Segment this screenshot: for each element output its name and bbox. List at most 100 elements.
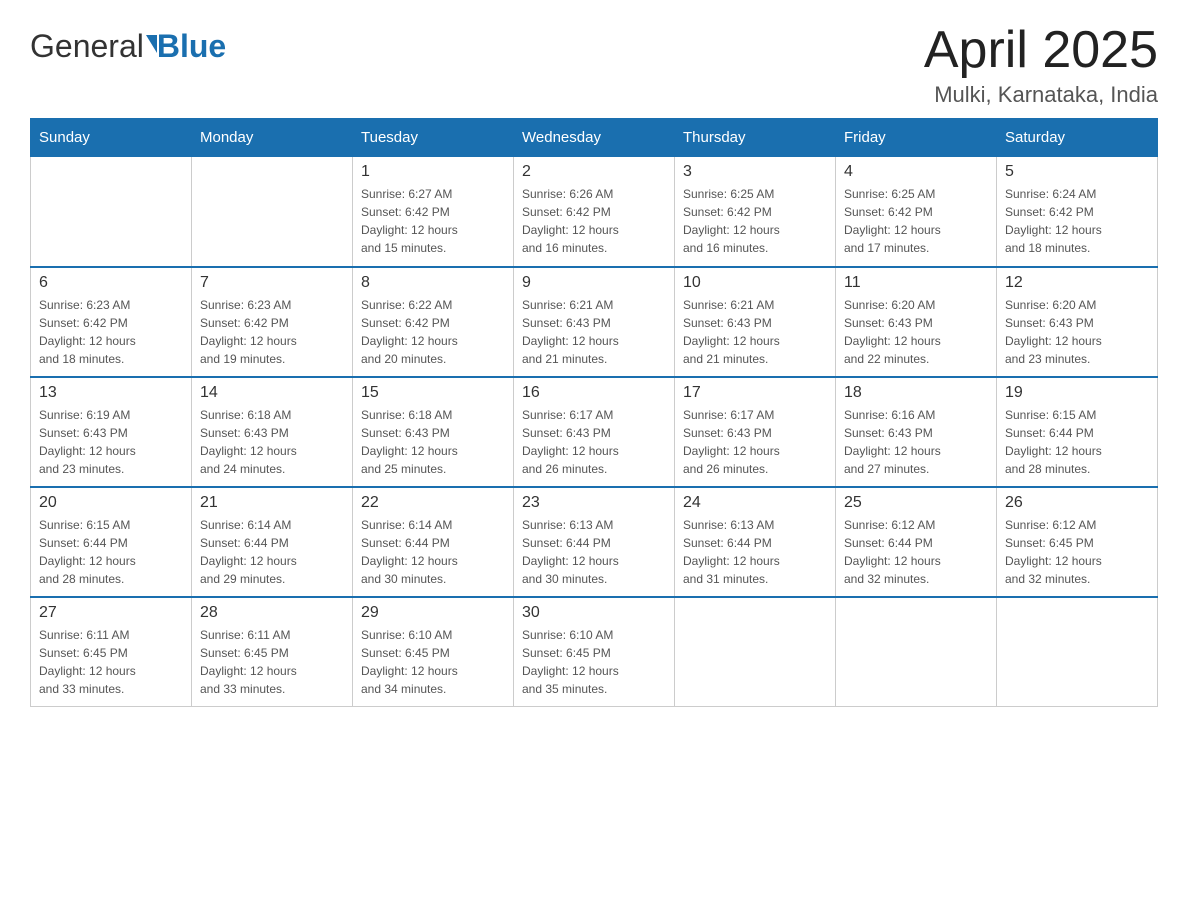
day-info: Sunrise: 6:23 AMSunset: 6:42 PMDaylight:…: [200, 296, 344, 368]
day-info: Sunrise: 6:12 AMSunset: 6:44 PMDaylight:…: [844, 516, 988, 588]
day-number: 19: [1005, 384, 1149, 402]
day-info: Sunrise: 6:18 AMSunset: 6:43 PMDaylight:…: [361, 406, 505, 478]
calendar-cell: 16 Sunrise: 6:17 AMSunset: 6:43 PMDayligh…: [514, 377, 675, 487]
calendar-cell: 15Sunrise: 6:18 AMSunset: 6:43 PMDayligh…: [353, 377, 514, 487]
day-info: Sunrise: 6:25 AMSunset: 6:42 PMDaylight:…: [683, 185, 827, 257]
weekday-header-wednesday: Wednesday: [514, 119, 675, 157]
weekday-header-saturday: Saturday: [997, 119, 1158, 157]
calendar-cell: 13 Sunrise: 6:19 AMSunset: 6:43 PMDayligh…: [31, 377, 192, 487]
day-info: Sunrise: 6:27 AMSunset: 6:42 PMDaylight:…: [361, 185, 505, 257]
day-info: Sunrise: 6:20 AMSunset: 6:43 PMDaylight:…: [844, 296, 988, 368]
day-number: 23: [522, 494, 666, 512]
day-info: Sunrise: 6:26 AMSunset: 6:42 PMDaylight:…: [522, 185, 666, 257]
calendar-cell: [675, 597, 836, 707]
calendar-cell: 26 Sunrise: 6:12 AMSunset: 6:45 PMDayligh…: [997, 487, 1158, 597]
location: Mulki, Karnataka, India: [924, 82, 1158, 108]
calendar-cell: 10 Sunrise: 6:21 AMSunset: 6:43 PMDayligh…: [675, 267, 836, 377]
day-number: 8: [361, 274, 505, 292]
weekday-header-tuesday: Tuesday: [353, 119, 514, 157]
day-number: 27: [39, 604, 183, 622]
calendar-cell: 27 Sunrise: 6:11 AMSunset: 6:45 PMDayligh…: [31, 597, 192, 707]
day-number: 11: [844, 274, 988, 292]
calendar-cell: 30Sunrise: 6:10 AMSunset: 6:45 PMDayligh…: [514, 597, 675, 707]
calendar-cell: 22 Sunrise: 6:14 AMSunset: 6:44 PMDayligh…: [353, 487, 514, 597]
day-number: 26: [1005, 494, 1149, 512]
calendar-cell: 9 Sunrise: 6:21 AMSunset: 6:43 PMDaylight…: [514, 267, 675, 377]
calendar-cell: 7Sunrise: 6:23 AMSunset: 6:42 PMDaylight…: [192, 267, 353, 377]
day-info: Sunrise: 6:11 AMSunset: 6:45 PMDaylight:…: [39, 626, 183, 698]
day-number: 10: [683, 274, 827, 292]
day-number: 30: [522, 604, 666, 622]
day-info: Sunrise: 6:15 AMSunset: 6:44 PMDaylight:…: [1005, 406, 1149, 478]
day-info: Sunrise: 6:20 AMSunset: 6:43 PMDaylight:…: [1005, 296, 1149, 368]
day-number: 6: [39, 274, 183, 292]
calendar-cell: 18 Sunrise: 6:16 AMSunset: 6:43 PMDayligh…: [836, 377, 997, 487]
day-number: 16: [522, 384, 666, 402]
day-info: Sunrise: 6:25 AMSunset: 6:42 PMDaylight:…: [844, 185, 988, 257]
day-number: 17: [683, 384, 827, 402]
calendar-cell: 3 Sunrise: 6:25 AMSunset: 6:42 PMDaylight…: [675, 157, 836, 267]
weekday-header-row: SundayMondayTuesdayWednesdayThursdayFrid…: [31, 119, 1158, 157]
day-number: 3: [683, 163, 827, 181]
day-info: Sunrise: 6:23 AMSunset: 6:42 PMDaylight:…: [39, 296, 183, 368]
calendar-cell: 20 Sunrise: 6:15 AMSunset: 6:44 PMDayligh…: [31, 487, 192, 597]
day-number: 9: [522, 274, 666, 292]
calendar-cell: 14 Sunrise: 6:18 AMSunset: 6:43 PMDayligh…: [192, 377, 353, 487]
calendar-cell: 23Sunrise: 6:13 AMSunset: 6:44 PMDayligh…: [514, 487, 675, 597]
day-number: 13: [39, 384, 183, 402]
calendar-cell: [836, 597, 997, 707]
calendar-cell: 8Sunrise: 6:22 AMSunset: 6:42 PMDaylight…: [353, 267, 514, 377]
calendar-cell: 1Sunrise: 6:27 AMSunset: 6:42 PMDaylight…: [353, 157, 514, 267]
day-number: 25: [844, 494, 988, 512]
day-number: 21: [200, 494, 344, 512]
day-number: 29: [361, 604, 505, 622]
weekday-header-sunday: Sunday: [31, 119, 192, 157]
calendar-week-row: 1Sunrise: 6:27 AMSunset: 6:42 PMDaylight…: [31, 157, 1158, 267]
day-info: Sunrise: 6:13 AMSunset: 6:44 PMDaylight:…: [683, 516, 827, 588]
day-number: 24: [683, 494, 827, 512]
logo-general: General: [30, 28, 144, 64]
day-info: Sunrise: 6:24 AMSunset: 6:42 PMDaylight:…: [1005, 185, 1149, 257]
page-header: General Blue April 2025 Mulki, Karnataka…: [30, 20, 1158, 108]
day-number: 12: [1005, 274, 1149, 292]
calendar-cell: 19 Sunrise: 6:15 AMSunset: 6:44 PMDayligh…: [997, 377, 1158, 487]
calendar-cell: 2 Sunrise: 6:26 AMSunset: 6:42 PMDaylight…: [514, 157, 675, 267]
calendar-cell: 17 Sunrise: 6:17 AMSunset: 6:43 PMDayligh…: [675, 377, 836, 487]
calendar-cell: 21Sunrise: 6:14 AMSunset: 6:44 PMDayligh…: [192, 487, 353, 597]
calendar-cell: 28 Sunrise: 6:11 AMSunset: 6:45 PMDayligh…: [192, 597, 353, 707]
day-number: 18: [844, 384, 988, 402]
calendar-cell: 11 Sunrise: 6:20 AMSunset: 6:43 PMDayligh…: [836, 267, 997, 377]
weekday-header-friday: Friday: [836, 119, 997, 157]
day-info: Sunrise: 6:19 AMSunset: 6:43 PMDaylight:…: [39, 406, 183, 478]
calendar-cell: 5Sunrise: 6:24 AMSunset: 6:42 PMDaylight…: [997, 157, 1158, 267]
calendar-cell: [31, 157, 192, 267]
calendar-cell: 4Sunrise: 6:25 AMSunset: 6:42 PMDaylight…: [836, 157, 997, 267]
day-number: 22: [361, 494, 505, 512]
calendar: SundayMondayTuesdayWednesdayThursdayFrid…: [30, 118, 1158, 707]
calendar-cell: 29Sunrise: 6:10 AMSunset: 6:45 PMDayligh…: [353, 597, 514, 707]
calendar-week-row: 13 Sunrise: 6:19 AMSunset: 6:43 PMDayligh…: [31, 377, 1158, 487]
logo-triangle: [146, 35, 157, 53]
day-info: Sunrise: 6:17 AMSunset: 6:43 PMDaylight:…: [683, 406, 827, 478]
day-number: 20: [39, 494, 183, 512]
day-info: Sunrise: 6:14 AMSunset: 6:44 PMDaylight:…: [361, 516, 505, 588]
logo-blue: Blue: [157, 30, 226, 62]
day-info: Sunrise: 6:16 AMSunset: 6:43 PMDaylight:…: [844, 406, 988, 478]
day-info: Sunrise: 6:12 AMSunset: 6:45 PMDaylight:…: [1005, 516, 1149, 588]
day-info: Sunrise: 6:11 AMSunset: 6:45 PMDaylight:…: [200, 626, 344, 698]
day-info: Sunrise: 6:21 AMSunset: 6:43 PMDaylight:…: [522, 296, 666, 368]
title-section: April 2025 Mulki, Karnataka, India: [924, 20, 1158, 108]
day-number: 2: [522, 163, 666, 181]
day-number: 28: [200, 604, 344, 622]
calendar-week-row: 20 Sunrise: 6:15 AMSunset: 6:44 PMDayligh…: [31, 487, 1158, 597]
day-info: Sunrise: 6:17 AMSunset: 6:43 PMDaylight:…: [522, 406, 666, 478]
logo: General Blue: [30, 30, 226, 62]
day-info: Sunrise: 6:15 AMSunset: 6:44 PMDaylight:…: [39, 516, 183, 588]
day-number: 14: [200, 384, 344, 402]
calendar-cell: 6 Sunrise: 6:23 AMSunset: 6:42 PMDaylight…: [31, 267, 192, 377]
calendar-cell: 12 Sunrise: 6:20 AMSunset: 6:43 PMDayligh…: [997, 267, 1158, 377]
day-info: Sunrise: 6:18 AMSunset: 6:43 PMDaylight:…: [200, 406, 344, 478]
calendar-cell: [192, 157, 353, 267]
day-info: Sunrise: 6:21 AMSunset: 6:43 PMDaylight:…: [683, 296, 827, 368]
calendar-cell: 25 Sunrise: 6:12 AMSunset: 6:44 PMDayligh…: [836, 487, 997, 597]
